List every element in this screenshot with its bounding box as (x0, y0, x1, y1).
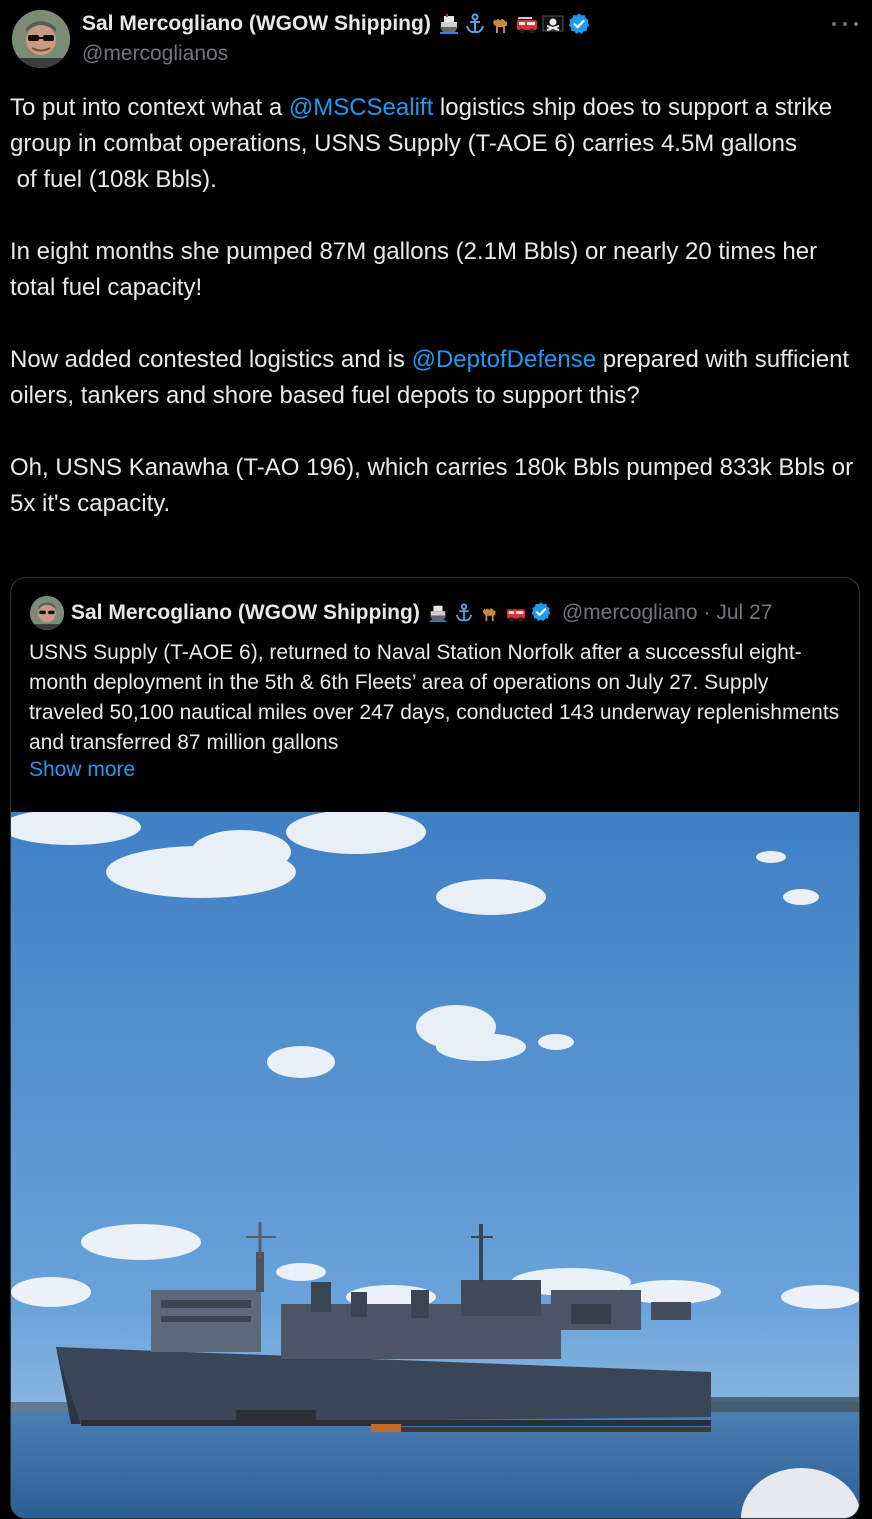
avatar[interactable] (12, 10, 70, 68)
author-emojis (437, 12, 565, 36)
ship-icon (437, 12, 461, 36)
text-segment: Now added contested logistics and is (10, 346, 412, 373)
verified-badge-icon[interactable] (567, 12, 591, 36)
quoted-date: · Jul 27 (703, 601, 773, 624)
author-line: Sal Mercogliano (WGOW Shipping) (82, 10, 591, 38)
mention-link[interactable]: @MSCSealift (289, 94, 433, 121)
fire-engine-icon (515, 12, 539, 36)
more-options-icon[interactable] (832, 14, 858, 34)
verified-badge-icon (530, 601, 554, 625)
quoted-text: USNS Supply (T-AOE 6), returned to Naval… (29, 641, 840, 754)
ship-icon (426, 601, 450, 625)
quoted-author-handle: @mercogliano (561, 601, 698, 624)
fire-engine-icon (504, 601, 528, 625)
tweet-paragraph-3: Now added contested logistics and is @De… (10, 342, 858, 414)
tweet-paragraph-4: Oh, USNS Kanawha (T-AO 196), which carri… (10, 454, 854, 517)
author-name[interactable]: Sal Mercogliano (WGOW Shipping) (82, 12, 431, 36)
quoted-avatar[interactable] (30, 596, 64, 630)
pirate-flag-icon (541, 12, 565, 36)
tweet-paragraph-2: In eight months she pumped 87M gallons (… (10, 238, 818, 301)
camel-icon (478, 601, 502, 625)
text-segment: To put into context what a (10, 94, 289, 121)
mention-link[interactable]: @DeptofDefense (412, 346, 596, 373)
quoted-tweet[interactable]: Sal Mercogliano (WGOW Shipping) @mercogl… (10, 577, 860, 1519)
tweet-paragraph-1: To put into context what a @MSCSealift l… (10, 90, 858, 162)
anchor-icon (452, 601, 476, 625)
author-handle[interactable]: @mercoglianos (82, 42, 228, 66)
quoted-author-name: Sal Mercogliano (WGOW Shipping) (71, 601, 420, 624)
anchor-icon (463, 12, 487, 36)
tweet-text: To put into context what a @MSCSealift l… (10, 90, 858, 522)
quoted-author-emojis (426, 601, 528, 625)
camel-icon (489, 12, 513, 36)
tweet-paragraph-1-cont: of fuel (108k Bbls). (10, 166, 217, 193)
ship-photo[interactable] (11, 809, 859, 1518)
show-more-link[interactable]: Show more (29, 758, 135, 782)
quoted-author-line: Sal Mercogliano (WGOW Shipping) @mercogl… (71, 598, 772, 628)
